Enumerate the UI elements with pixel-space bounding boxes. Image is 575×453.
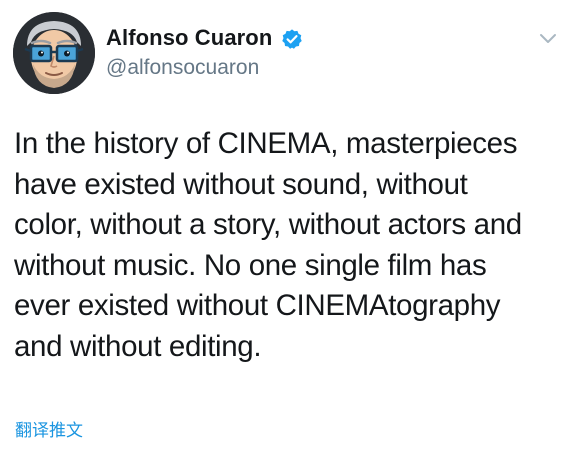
tweet-text-line: without music. No one single film has — [14, 248, 487, 282]
tweet-text-line: In the history of CINEMA, masterpieces — [14, 127, 518, 160]
translate-tweet-link[interactable]: 翻译推文 — [15, 416, 83, 441]
chevron-down-icon[interactable] — [538, 32, 558, 46]
tweet-text-line: have existed without sound, without — [14, 167, 468, 201]
tweet-card: Alfonso Cuaron @alfonsocuaron In the his… — [0, 0, 575, 453]
author-handle[interactable]: @alfonsocuaron — [106, 56, 259, 80]
avatar[interactable] — [13, 12, 95, 94]
tweet-text-line: color, without a story, without actors a… — [14, 208, 522, 241]
tweet-text-line: ever existed without CINEMAtography — [14, 289, 501, 322]
author-name[interactable]: Alfonso Cuaron — [106, 25, 272, 51]
tweet-text: In the history of CINEMA, masterpieces h… — [14, 124, 566, 367]
verified-badge-icon — [282, 29, 302, 49]
tweet-text-line: and without editing. — [14, 329, 262, 363]
avatar-image — [13, 12, 95, 94]
